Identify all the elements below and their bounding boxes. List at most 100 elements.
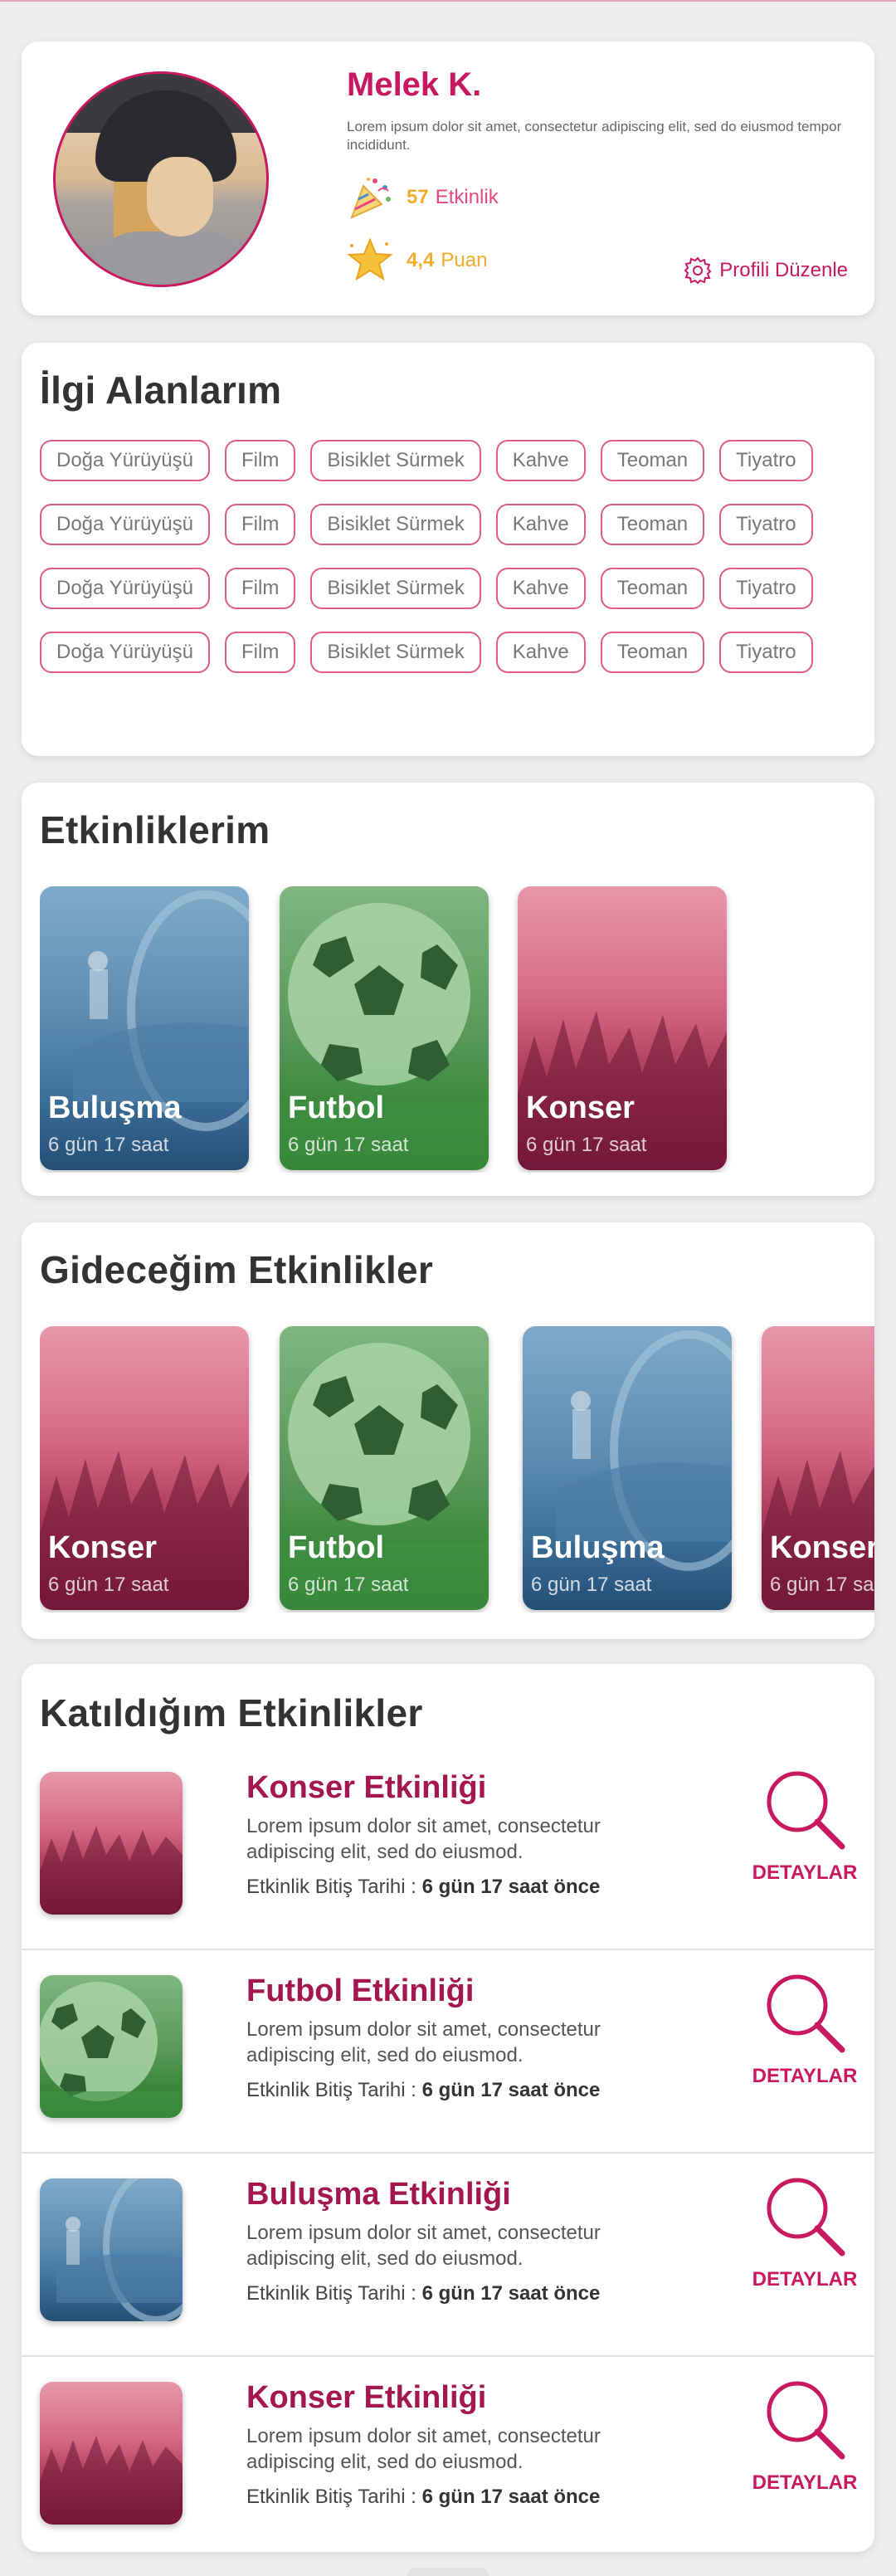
event-tile[interactable]: Konser 6 gün 17 saat bbox=[762, 1326, 874, 1610]
concert-photo bbox=[518, 1011, 727, 1170]
interest-row: Doğa Yürüyüşü Film Bisiklet Sürmek Kahve… bbox=[40, 440, 869, 481]
star-icon bbox=[347, 237, 393, 281]
event-tile-title: Futbol bbox=[288, 1530, 385, 1565]
interest-tag[interactable]: Film bbox=[225, 440, 296, 481]
event-tile-title: Konser bbox=[48, 1530, 157, 1565]
attended-event-title: Buluşma Etkinliği bbox=[246, 2177, 511, 2212]
event-tile[interactable]: Konser 6 gün 17 saat bbox=[40, 1326, 249, 1610]
interest-tag[interactable]: Doğa Yürüyüşü bbox=[40, 632, 210, 673]
events-count-stat: 57 Etkinlik bbox=[347, 174, 499, 221]
attended-events-title: Katıldığım Etkinlikler bbox=[40, 1691, 423, 1734]
end-date-label: Etkinlik Bitiş Tarihi : bbox=[246, 2079, 416, 2101]
event-tile[interactable]: Futbol 6 gün 17 saat bbox=[280, 1326, 489, 1610]
football-photo bbox=[280, 1343, 489, 1610]
event-tile-time: 6 gün 17 saat bbox=[288, 1134, 409, 1156]
details-button[interactable]: DETAYLAR bbox=[747, 1967, 863, 2088]
interest-tag[interactable]: Film bbox=[225, 632, 296, 673]
interest-tag[interactable]: Doğa Yürüyüşü bbox=[40, 440, 210, 481]
attended-event-row[interactable]: Konser Etkinliği Lorem ipsum dolor sit a… bbox=[22, 2357, 874, 2552]
attended-event-date: Etkinlik Bitiş Tarihi : 6 gün 17 saat ön… bbox=[246, 1876, 600, 1899]
event-tile-time: 6 gün 17 saat bbox=[288, 1573, 409, 1596]
attended-event-row[interactable]: Konser Etkinliği Lorem ipsum dolor sit a… bbox=[22, 1747, 874, 1950]
end-date-value: 6 gün 17 saat önce bbox=[421, 2486, 601, 2508]
upcoming-events-title: Gideceğim Etkinlikler bbox=[40, 1248, 434, 1291]
avatar bbox=[53, 71, 269, 287]
interest-tag[interactable]: Tiyatro bbox=[719, 632, 813, 673]
my-events-card: Etkinliklerim Buluşma 6 gün 17 saat Futb… bbox=[22, 783, 874, 1196]
event-tile[interactable]: Konser 6 gün 17 saat bbox=[518, 886, 727, 1170]
interest-tag[interactable]: Bisiklet Sürmek bbox=[310, 568, 481, 609]
interest-tag[interactable]: Film bbox=[225, 504, 296, 545]
interest-tag[interactable]: Tiyatro bbox=[719, 440, 813, 481]
details-button[interactable]: DETAYLAR bbox=[747, 2374, 863, 2495]
rating-stat: 4,4 Puan bbox=[347, 237, 487, 284]
event-tile-time: 6 gün 17 saat bbox=[770, 1573, 874, 1596]
upcoming-events-carousel[interactable]: Konser 6 gün 17 saat Futbol 6 gün 17 saa… bbox=[40, 1326, 874, 1612]
details-label: DETAYLAR bbox=[752, 2268, 858, 2291]
interest-tag[interactable]: Doğa Yürüyüşü bbox=[40, 568, 210, 609]
interest-tag[interactable]: Kahve bbox=[495, 440, 586, 481]
interest-row: Doğa Yürüyüşü Film Bisiklet Sürmek Kahve… bbox=[40, 632, 869, 673]
attended-event-row[interactable]: Buluşma Etkinliği Lorem ipsum dolor sit … bbox=[22, 2154, 874, 2357]
interest-tag[interactable]: Kahve bbox=[495, 568, 586, 609]
profile-name: Melek K. bbox=[347, 66, 482, 103]
event-tile-time: 6 gün 17 saat bbox=[526, 1134, 647, 1156]
event-tile[interactable]: Futbol 6 gün 17 saat bbox=[280, 886, 489, 1170]
event-tile[interactable]: Buluşma 6 gün 17 saat bbox=[523, 1326, 732, 1610]
attended-event-title: Konser Etkinliği bbox=[246, 1770, 487, 1805]
interest-tag[interactable]: Bisiklet Sürmek bbox=[310, 632, 481, 673]
my-events-title: Etkinliklerim bbox=[40, 808, 270, 851]
event-tile[interactable]: Buluşma 6 gün 17 saat bbox=[40, 886, 249, 1170]
interest-tag[interactable]: Bisiklet Sürmek bbox=[310, 440, 481, 481]
interest-tags: Doğa Yürüyüşü Film Bisiklet Sürmek Kahve… bbox=[40, 440, 869, 695]
top-divider bbox=[0, 0, 896, 2]
details-button[interactable]: DETAYLAR bbox=[747, 1764, 863, 1885]
meeting-photo bbox=[56, 2178, 183, 2321]
interest-tag[interactable]: Doğa Yürüyüşü bbox=[40, 504, 210, 545]
interests-title: İlgi Alanlarım bbox=[40, 368, 282, 412]
interest-tag[interactable]: Kahve bbox=[495, 632, 586, 673]
interest-tag[interactable]: Teoman bbox=[600, 568, 705, 609]
interest-tag[interactable]: Film bbox=[225, 568, 296, 609]
concert-photo bbox=[40, 1451, 249, 1610]
interest-row: Doğa Yürüyüşü Film Bisiklet Sürmek Kahve… bbox=[40, 568, 869, 609]
interest-tag[interactable]: Teoman bbox=[600, 440, 705, 481]
football-photo bbox=[40, 1982, 183, 2118]
concert-photo bbox=[40, 1826, 183, 1915]
details-button[interactable]: DETAYLAR bbox=[747, 2170, 863, 2291]
attended-event-description: Lorem ipsum dolor sit amet, consectetur … bbox=[246, 2018, 601, 2066]
interest-tag[interactable]: Bisiklet Sürmek bbox=[310, 504, 481, 545]
meeting-photo bbox=[73, 890, 249, 1131]
event-thumbnail bbox=[40, 1975, 183, 2118]
details-label: DETAYLAR bbox=[752, 2471, 858, 2494]
attended-event-date: Etkinlik Bitiş Tarihi : 6 gün 17 saat ön… bbox=[246, 2079, 600, 2102]
profile-description: Lorem ipsum dolor sit amet, consectetur … bbox=[347, 119, 842, 153]
magnifier-icon bbox=[767, 2178, 845, 2256]
event-tile-title: Futbol bbox=[288, 1090, 385, 1125]
event-thumbnail bbox=[40, 1772, 183, 1915]
interest-tag[interactable]: Teoman bbox=[600, 504, 705, 545]
magnifier-icon bbox=[767, 1974, 845, 2053]
interest-tag[interactable]: Tiyatro bbox=[719, 504, 813, 545]
upcoming-events-card: Gideceğim Etkinlikler Konser 6 gün 17 sa… bbox=[22, 1222, 874, 1639]
magnifier-icon bbox=[767, 1771, 845, 1850]
details-label: DETAYLAR bbox=[752, 2065, 858, 2087]
interest-tag[interactable]: Kahve bbox=[495, 504, 586, 545]
edit-profile-label: Profili Düzenle bbox=[719, 259, 848, 281]
bottom-handle bbox=[407, 2568, 489, 2576]
my-events-carousel[interactable]: Buluşma 6 gün 17 saat Futbol 6 gün 17 sa… bbox=[40, 886, 874, 1173]
event-tile-title: Buluşma bbox=[531, 1530, 665, 1565]
event-tile-time: 6 gün 17 saat bbox=[48, 1573, 169, 1596]
interest-tag[interactable]: Teoman bbox=[600, 632, 705, 673]
event-tile-time: 6 gün 17 saat bbox=[48, 1134, 169, 1156]
interest-tag[interactable]: Tiyatro bbox=[719, 568, 813, 609]
attended-event-row[interactable]: Futbol Etkinliği Lorem ipsum dolor sit a… bbox=[22, 1950, 874, 2154]
edit-profile-button[interactable]: Profili Düzenle bbox=[683, 256, 848, 285]
interests-card: İlgi Alanlarım Doğa Yürüyüşü Film Bisikl… bbox=[22, 343, 874, 756]
interest-row: Doğa Yürüyüşü Film Bisiklet Sürmek Kahve… bbox=[40, 504, 869, 545]
meeting-photo bbox=[556, 1330, 732, 1571]
end-date-value: 6 gün 17 saat önce bbox=[421, 2282, 601, 2305]
magnifier-icon bbox=[767, 2381, 845, 2460]
attended-event-description: Lorem ipsum dolor sit amet, consectetur … bbox=[246, 2222, 601, 2270]
football-photo bbox=[280, 903, 489, 1170]
